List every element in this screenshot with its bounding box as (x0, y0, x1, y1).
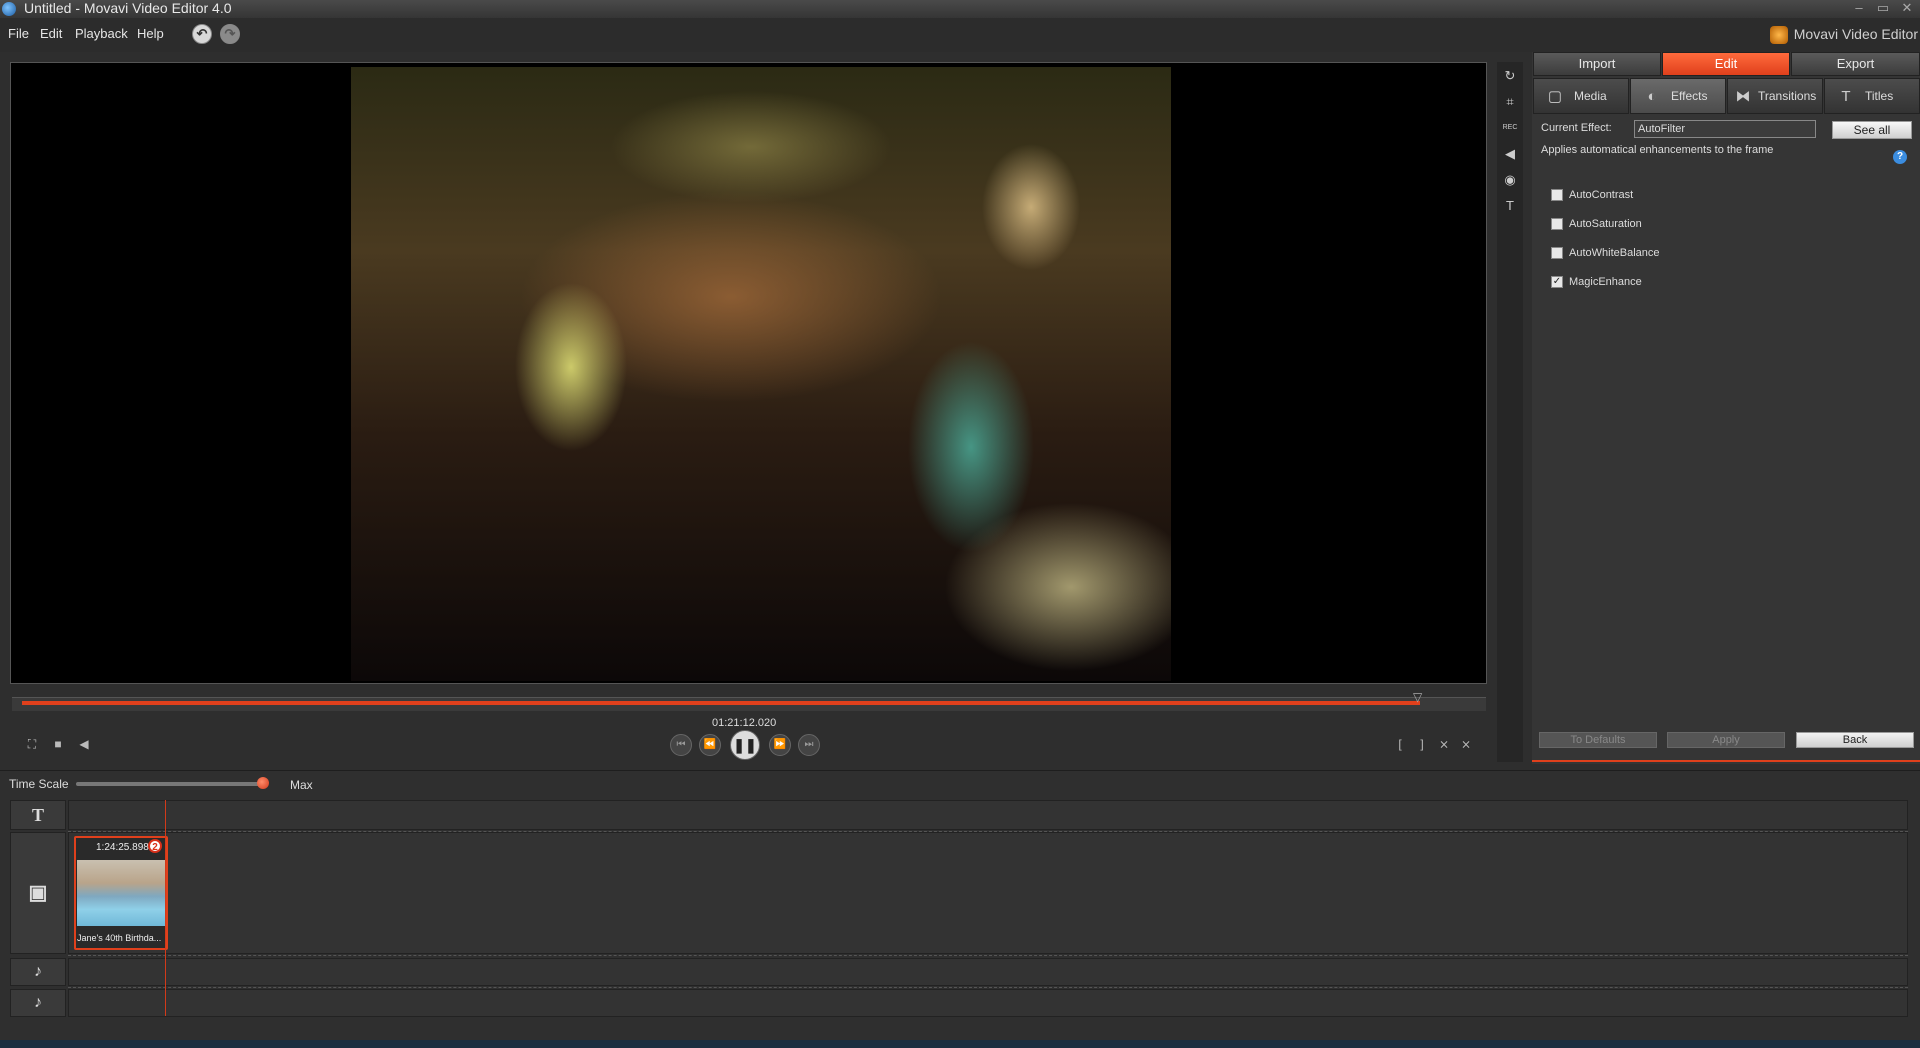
crop-icon[interactable]: ⌗ (1500, 92, 1520, 112)
option-label: MagicEnhance (1569, 276, 1642, 288)
current-effect-label: Current Effect: (1541, 122, 1612, 134)
tab-import[interactable]: Import (1533, 52, 1661, 76)
clip-duration: 1:24:25.898 (96, 842, 149, 853)
mark-in-icon[interactable]: [ (1392, 736, 1408, 752)
forward-button[interactable]: ⏩ (769, 734, 791, 756)
brand-label: Movavi Video Editor (1793, 26, 1918, 42)
minimize-button[interactable]: – (1848, 0, 1870, 18)
app-icon (2, 2, 16, 16)
redo-icon[interactable]: ↷ (220, 24, 240, 44)
subtab-titles[interactable]: T Titles (1824, 78, 1920, 114)
media-icon: ▢ (1547, 87, 1563, 105)
subtab-transitions-label: Transitions (1758, 89, 1817, 103)
menu-playback[interactable]: Playback (75, 26, 128, 41)
option-label: AutoSaturation (1569, 218, 1642, 230)
cut-icon[interactable]: ⨯ (1458, 736, 1474, 752)
menu-help[interactable]: Help (137, 26, 164, 41)
pause-button[interactable]: ❚❚ (730, 730, 760, 760)
back-button[interactable]: Back (1796, 732, 1914, 748)
time-scale-handle[interactable] (257, 777, 269, 789)
video-track[interactable] (68, 832, 1908, 954)
effects-icon: ◐ (1647, 87, 1657, 105)
checkbox[interactable] (1551, 247, 1563, 260)
time-scale-label: Time Scale (9, 777, 69, 791)
rotate-icon[interactable]: ↻ (1500, 66, 1520, 86)
panel-accent-line (1532, 760, 1920, 762)
seek-bar-fill (22, 701, 1420, 705)
brand-logo: Movavi Video Editor (1769, 26, 1918, 50)
help-icon[interactable]: ? (1893, 150, 1907, 164)
option-autosaturation[interactable]: AutoSaturation (1551, 218, 1642, 234)
clip-name: Jane's 40th Birthda... (77, 933, 162, 943)
audio-icon[interactable]: ◀ (1500, 144, 1520, 164)
video-frame (351, 67, 1171, 681)
video-track-icon[interactable]: ▣ (10, 832, 66, 954)
video-preview[interactable] (10, 62, 1487, 684)
checkbox-checked[interactable]: ✓ (1551, 276, 1563, 289)
clip-thumbnail (77, 860, 165, 926)
option-magicenhance[interactable]: ✓ MagicEnhance (1551, 276, 1642, 292)
rewind-button[interactable]: ⏪ (699, 734, 721, 756)
seek-marker-icon[interactable]: ▽ (1413, 690, 1422, 704)
menu-file[interactable]: File (8, 26, 29, 41)
track-divider (68, 987, 1908, 988)
timecode: 01:21:12.020 (712, 717, 777, 729)
apply-button[interactable]: Apply (1667, 732, 1785, 748)
fullscreen-icon[interactable]: ⛶ (24, 736, 40, 752)
option-autowhitebalance[interactable]: AutoWhiteBalance (1551, 247, 1660, 263)
to-defaults-button[interactable]: To Defaults (1539, 732, 1657, 748)
subtab-effects-label: Effects (1671, 89, 1708, 103)
go-start-button[interactable]: ⏮ (670, 734, 692, 756)
option-autocontrast[interactable]: AutoContrast (1551, 189, 1633, 205)
side-toolbar: ↻ ⌗ REC ◀ ◉ T (1497, 62, 1523, 762)
checkbox[interactable] (1551, 189, 1563, 202)
track-divider (68, 955, 1908, 956)
effect-description: Applies automatical enhancements to the … (1541, 144, 1774, 156)
menu-bar: File Edit Playback Help ↶ ↷ (0, 18, 1920, 52)
option-label: AutoWhiteBalance (1569, 247, 1660, 259)
clip-effects-badge: 2 (148, 839, 162, 853)
tab-export[interactable]: Export (1791, 52, 1920, 76)
close-button[interactable]: ✕ (1896, 0, 1918, 18)
volume-icon[interactable]: ◀ (76, 736, 92, 752)
audio-track-1[interactable] (68, 958, 1908, 986)
title-bar: Untitled - Movavi Video Editor 4.0 – ▭ ✕ (0, 0, 1920, 18)
window-title: Untitled - Movavi Video Editor 4.0 (24, 0, 232, 16)
maximize-button[interactable]: ▭ (1872, 0, 1894, 18)
title-track-icon[interactable]: T (10, 800, 66, 830)
tab-edit[interactable]: Edit (1662, 52, 1790, 76)
audio-track-1-icon[interactable]: ♪ (10, 958, 66, 986)
right-panel (1532, 52, 1920, 764)
mark-out-icon[interactable]: ] (1414, 736, 1430, 752)
time-scale-max-label: Max (290, 778, 313, 792)
movavi-logo-icon (1769, 26, 1788, 45)
subtab-effects[interactable]: ◐ Effects (1630, 78, 1726, 114)
audio-track-2[interactable] (68, 989, 1908, 1017)
subtab-media-label: Media (1574, 89, 1607, 103)
color-icon[interactable]: ◉ (1500, 170, 1520, 190)
transitions-icon: ⧓ (1735, 87, 1751, 105)
titles-icon: T (1841, 87, 1851, 105)
title-track[interactable] (68, 800, 1908, 830)
os-taskbar (0, 1040, 1920, 1048)
option-label: AutoContrast (1569, 189, 1634, 201)
subtab-titles-label: Titles (1865, 89, 1894, 103)
menu-edit[interactable]: Edit (40, 26, 62, 41)
playhead[interactable] (165, 800, 166, 1016)
checkbox[interactable] (1551, 218, 1563, 231)
subtab-media[interactable]: ▢ Media (1533, 78, 1629, 114)
split-icon[interactable]: ⨯ (1436, 736, 1452, 752)
undo-icon[interactable]: ↶ (192, 24, 212, 44)
time-scale-slider[interactable] (76, 782, 266, 786)
current-effect-field[interactable]: AutoFilter (1634, 120, 1816, 138)
audio-track-2-icon[interactable]: ♪ (10, 989, 66, 1017)
stop-icon[interactable]: ■ (50, 736, 66, 752)
go-end-button[interactable]: ⏭ (798, 734, 820, 756)
see-all-button[interactable]: See all (1832, 121, 1912, 139)
subtab-transitions[interactable]: ⧓ Transitions (1727, 78, 1823, 114)
rec-icon[interactable]: REC (1500, 118, 1520, 138)
text-icon[interactable]: T (1500, 196, 1520, 216)
